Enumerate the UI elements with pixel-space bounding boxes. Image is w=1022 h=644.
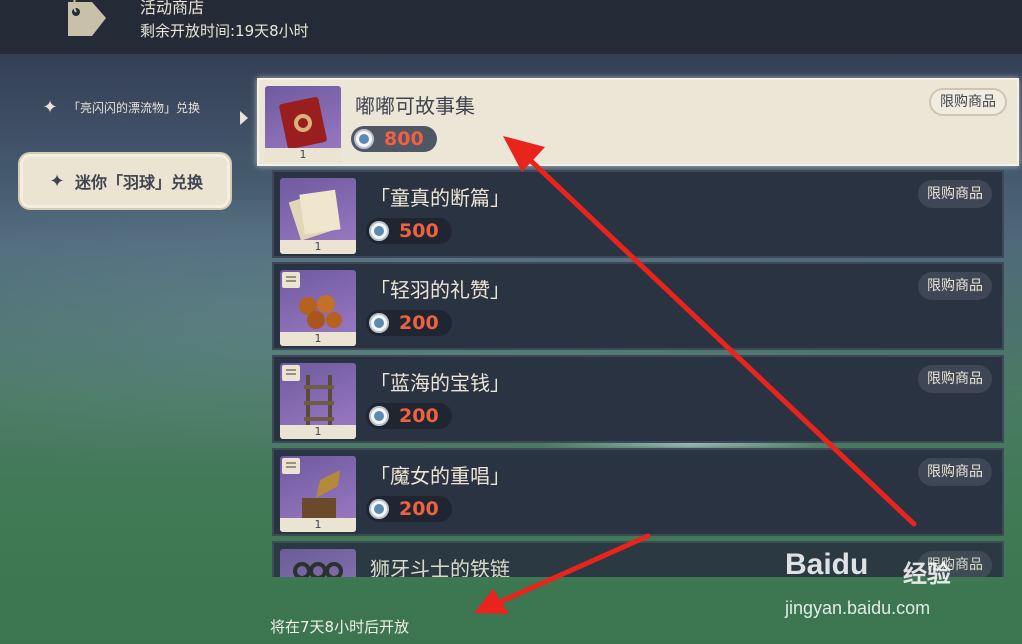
watermark-logo-cn: 经验	[903, 560, 951, 588]
item-price-value: 500	[399, 220, 439, 242]
currency-icon	[369, 221, 389, 241]
item-price: 200	[366, 496, 452, 522]
chain-icon	[293, 562, 343, 577]
item-quantity: 1	[280, 518, 356, 532]
furnishing-tag-icon	[282, 458, 300, 474]
shop-item[interactable]: 1 「魔女的重唱」 200 限购商品	[272, 448, 1004, 536]
sidebar-item-shuttlecock-exchange[interactable]: ✦ 迷你「羽球」兑换	[18, 152, 232, 210]
sidebar-item-driftwood-exchange[interactable]: ✦ 「亮闪闪的漂流物」兑换	[40, 93, 200, 121]
item-name: 「童真的断篇」	[370, 186, 510, 210]
item-quantity: 1	[280, 240, 356, 254]
shop-tag-icon	[68, 0, 106, 36]
sidebar-item-label: 迷你「羽球」兑换	[74, 173, 203, 192]
item-thumbnail	[280, 549, 356, 577]
item-price: 200	[366, 403, 452, 429]
shop-item[interactable]: 1 「轻羽的礼赞」 200 限购商品	[272, 262, 1004, 350]
sparkle-icon: ✦	[49, 170, 65, 192]
sparkle-icon: ✦	[42, 96, 58, 118]
limited-item-badge: 限购商品	[918, 272, 992, 300]
item-name: 「轻羽的礼赞」	[370, 278, 510, 302]
sidebar-item-label: 「亮闪闪的漂流物」兑换	[68, 100, 201, 115]
shop-item[interactable]: 1 「蓝海的宝钱」 200 限购商品	[272, 355, 1004, 443]
item-quantity: 1	[280, 425, 356, 439]
item-name: 「蓝海的宝钱」	[370, 371, 510, 395]
item-name: 狮牙斗士的铁链	[370, 557, 510, 577]
item-price-value: 200	[399, 498, 439, 520]
furnishing-tag-icon	[282, 272, 300, 288]
baidu-watermark: Baidu 经验 jingyan.baidu.com	[785, 540, 985, 620]
item-price: 800	[351, 126, 437, 152]
limited-item-badge: 限购商品	[918, 180, 992, 208]
item-name: 「魔女的重唱」	[370, 464, 510, 488]
item-price-value: 200	[399, 312, 439, 334]
item-price-value: 800	[384, 128, 424, 150]
shop-item-selected[interactable]: 1 嘟嘟可故事集 800 限购商品	[257, 78, 1019, 166]
item-price: 200	[366, 310, 452, 336]
shop-header: 活动商店 剩余开放时间:19天8小时	[0, 0, 1022, 54]
currency-icon	[369, 499, 389, 519]
furnishing-tag-icon	[282, 365, 300, 381]
currency-icon	[369, 313, 389, 333]
item-thumbnail: 1	[265, 86, 341, 162]
watermark-logo: Baidu	[785, 548, 869, 581]
active-indicator-arrow-icon	[240, 111, 248, 125]
limited-item-badge: 限购商品	[929, 88, 1007, 116]
item-quantity: 1	[280, 332, 356, 346]
item-thumbnail: 1	[280, 363, 356, 439]
item-thumbnail: 1	[280, 178, 356, 254]
currency-icon	[369, 406, 389, 426]
shop-remaining-time: 剩余开放时间:19天8小时	[140, 22, 309, 40]
item-name: 嘟嘟可故事集	[355, 94, 475, 118]
shop-item[interactable]: 1 「童真的断篇」 500 限购商品	[272, 170, 1004, 258]
item-price-value: 200	[399, 405, 439, 427]
limited-item-badge: 限购商品	[918, 365, 992, 393]
limited-item-badge: 限购商品	[918, 458, 992, 486]
shop-title: 活动商店	[140, 0, 205, 17]
unlock-countdown-text: 将在7天8小时后开放	[270, 618, 410, 636]
item-quantity: 1	[265, 148, 341, 162]
item-price: 500	[366, 218, 452, 244]
currency-icon	[354, 129, 374, 149]
item-thumbnail: 1	[280, 270, 356, 346]
item-thumbnail: 1	[280, 456, 356, 532]
watermark-url: jingyan.baidu.com	[785, 598, 931, 618]
